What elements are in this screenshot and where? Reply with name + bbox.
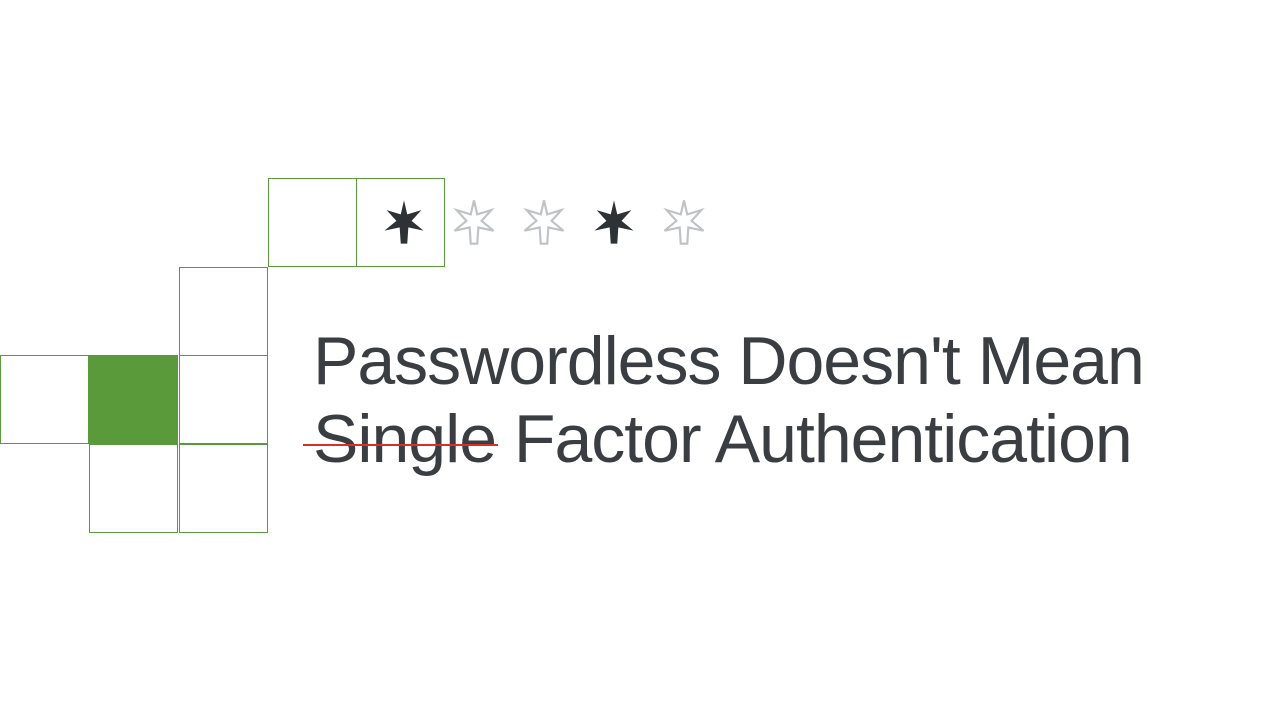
grid-cell — [179, 355, 268, 444]
asterisk-icon — [518, 196, 570, 248]
asterisk-icon — [378, 196, 430, 248]
grid-cell — [268, 178, 357, 267]
grid-cell — [179, 267, 268, 356]
headline-line2: Single Factor Authentication — [313, 400, 1144, 478]
headline: Passwordless Doesn't Mean Single Factor … — [313, 322, 1144, 478]
asterisk-icon — [448, 196, 500, 248]
grid-cell — [0, 355, 89, 444]
asterisk-icon — [658, 196, 710, 248]
grid-cell — [89, 444, 178, 533]
headline-rest: Factor Authentication — [496, 401, 1132, 477]
headline-struck-word: Single — [313, 400, 496, 478]
grid-cell — [179, 444, 268, 533]
asterisk-icon — [588, 196, 640, 248]
headline-line1: Passwordless Doesn't Mean — [313, 322, 1144, 400]
grid-cell-filled — [89, 355, 178, 444]
asterisk-row — [378, 196, 710, 248]
